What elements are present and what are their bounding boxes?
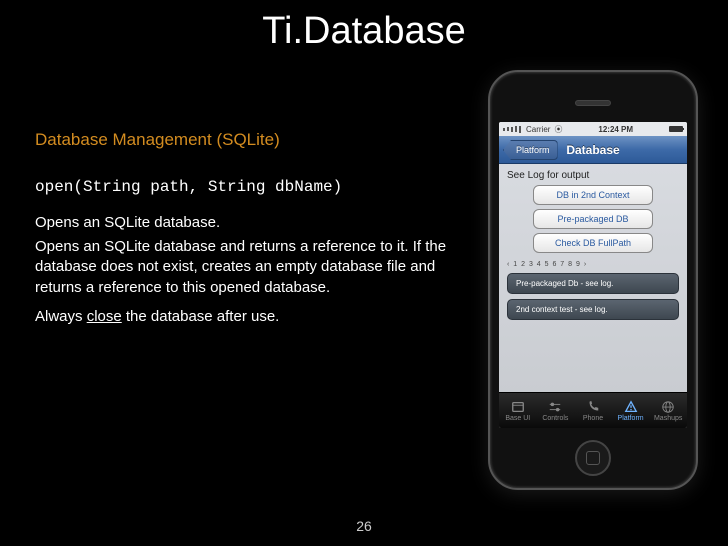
tab-label: Mashups xyxy=(654,415,682,422)
prepackaged-db-button[interactable]: Pre-packaged DB xyxy=(533,209,653,229)
page-number: 26 xyxy=(0,518,728,534)
globe-icon xyxy=(661,400,675,414)
app-body: See Log for output DB in 2nd Context Pre… xyxy=(499,164,687,392)
carrier-label: Carrier xyxy=(526,125,550,134)
status-bar: Carrier ⦿ 12:24 PM xyxy=(499,122,687,136)
tab-label: Platform xyxy=(618,415,644,422)
wifi-icon: ⦿ xyxy=(554,124,562,135)
iphone-mockup: Carrier ⦿ 12:24 PM Platform Database See… xyxy=(488,70,698,490)
tab-phone[interactable]: Phone xyxy=(574,393,612,428)
phone-screen: Carrier ⦿ 12:24 PM Platform Database See… xyxy=(499,122,687,428)
log-label: See Log for output xyxy=(507,170,679,181)
signal-indicator: Carrier ⦿ xyxy=(503,124,562,135)
warning-icon xyxy=(624,400,638,414)
tab-bar: Base UI Controls Phone Platform Mashups xyxy=(499,392,687,428)
tab-controls[interactable]: Controls xyxy=(537,393,575,428)
method-signature: open(String path, String dbName) xyxy=(35,178,475,196)
description-note: Always close the database after use. xyxy=(35,308,475,325)
check-db-fullpath-button[interactable]: Check DB FullPath xyxy=(533,233,653,253)
note-post: the database after use. xyxy=(122,308,280,325)
description-long: Opens an SQLite database and returns a r… xyxy=(35,237,475,298)
window-icon xyxy=(511,400,525,414)
slide-title: Ti.Database xyxy=(0,0,728,53)
db-2nd-context-button[interactable]: DB in 2nd Context xyxy=(533,185,653,205)
subheading: Database Management (SQLite) xyxy=(35,130,475,150)
phone-speaker xyxy=(575,100,611,106)
battery-icon xyxy=(669,126,683,132)
nav-bar: Platform Database xyxy=(499,136,687,164)
tab-base-ui[interactable]: Base UI xyxy=(499,393,537,428)
tab-label: Base UI xyxy=(505,415,530,422)
log-entry: 2nd context test - see log. xyxy=(507,299,679,320)
tab-platform[interactable]: Platform xyxy=(612,393,650,428)
nav-title: Database xyxy=(566,143,619,157)
clock: 12:24 PM xyxy=(598,125,633,134)
description-short: Opens an SQLite database. xyxy=(35,214,475,231)
tab-label: Phone xyxy=(583,415,603,422)
content-area: Database Management (SQLite) open(String… xyxy=(35,130,475,325)
tab-mashups[interactable]: Mashups xyxy=(649,393,687,428)
phone-icon xyxy=(586,400,600,414)
log-entry: Pre-packaged Db - see log. xyxy=(507,273,679,294)
home-button[interactable] xyxy=(575,440,611,476)
pager[interactable]: ‹ 1 2 3 4 5 6 7 8 9 › xyxy=(507,261,679,268)
close-method-ref: close xyxy=(87,308,122,325)
sliders-icon xyxy=(548,400,562,414)
tab-label: Controls xyxy=(542,415,568,422)
back-button[interactable]: Platform xyxy=(503,140,558,160)
note-pre: Always xyxy=(35,308,87,325)
